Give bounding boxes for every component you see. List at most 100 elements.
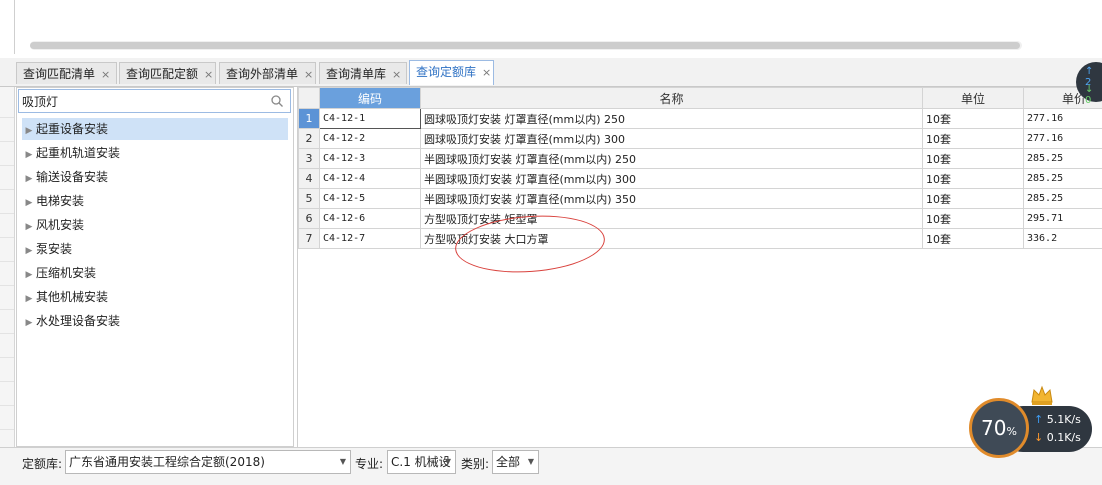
expand-arrow-icon[interactable]: ▶ — [22, 240, 36, 262]
tab-query-match-quota[interactable]: 查询匹配定额× — [119, 62, 216, 84]
column-header-unit[interactable]: 单位 — [923, 88, 1024, 109]
table-row[interactable]: 6 C4-12-6 方型吸顶灯安装 矩型罩 10套 295.71 — [299, 209, 1102, 229]
expand-arrow-icon[interactable]: ▶ — [22, 120, 36, 142]
expand-arrow-icon[interactable]: ▶ — [22, 168, 36, 190]
row-number-header[interactable] — [299, 88, 320, 109]
cell-code[interactable]: C4-12-5 — [320, 189, 421, 209]
expand-arrow-icon[interactable]: ▶ — [22, 312, 36, 334]
tab-query-external-list[interactable]: 查询外部清单× — [219, 62, 316, 84]
table-row[interactable]: 5 C4-12-5 半圆球吸顶灯安装 灯罩直径(mm以内) 350 10套 28… — [299, 189, 1102, 209]
row-number[interactable]: 4 — [299, 169, 320, 189]
tree-item-pump[interactable]: ▶泵安装 — [22, 238, 72, 260]
cell-price[interactable]: 277.16 — [1024, 109, 1102, 129]
cell-code[interactable]: C4-12-3 — [320, 149, 421, 169]
tree-item-compressor[interactable]: ▶压缩机安装 — [22, 262, 96, 284]
row-number[interactable]: 1 — [299, 109, 320, 129]
upload-speed-value: 5.1K/s — [1047, 413, 1081, 426]
cell-unit[interactable]: 10套 — [923, 149, 1024, 169]
row-number[interactable]: 6 — [299, 209, 320, 229]
close-icon[interactable]: × — [101, 68, 110, 81]
tree-item-crane-rail[interactable]: ▶起重机轨道安装 — [22, 142, 120, 164]
cell-price[interactable]: 285.25 — [1024, 169, 1102, 189]
cell-price[interactable]: 295.71 — [1024, 209, 1102, 229]
cell-code[interactable]: C4-12-4 — [320, 169, 421, 189]
tree-item-other-machinery[interactable]: ▶其他机械安装 — [22, 286, 108, 308]
tree-item-water-treatment[interactable]: ▶水处理设备安装 — [22, 310, 120, 332]
table-row[interactable]: 4 C4-12-4 半圆球吸顶灯安装 灯罩直径(mm以内) 300 10套 28… — [299, 169, 1102, 189]
cell-code[interactable]: C4-12-7 — [320, 229, 421, 249]
quota-table: 编码 名称 单位 单价 1 C4-12-1 圆球吸顶灯安装 灯罩直径(mm以内)… — [298, 87, 1102, 249]
quota-library-select[interactable]: 广东省通用安装工程综合定额(2018)▼ — [65, 450, 351, 474]
side-download-indicator: ↓ 0 — [1085, 84, 1102, 106]
category-select[interactable]: 全部 ▼ — [492, 450, 539, 474]
cell-unit[interactable]: 10套 — [923, 229, 1024, 249]
cell-unit[interactable]: 10套 — [923, 189, 1024, 209]
tree-item-label: 起重机轨道安装 — [36, 146, 120, 160]
row-number[interactable]: 3 — [299, 149, 320, 169]
vip-crown-icon — [1030, 384, 1054, 406]
search-icon[interactable] — [270, 94, 284, 108]
cell-unit[interactable]: 10套 — [923, 169, 1024, 189]
cell-price[interactable]: 285.25 — [1024, 189, 1102, 209]
percent-sign: % — [1007, 425, 1017, 438]
close-icon[interactable]: × — [392, 68, 401, 81]
category-value: 全部 — [496, 455, 520, 469]
tree-item-fan[interactable]: ▶风机安装 — [22, 214, 84, 236]
left-edge-strip — [0, 87, 15, 447]
tab-label: 查询匹配清单 — [23, 67, 95, 81]
tree-item-label: 其他机械安装 — [36, 290, 108, 304]
cell-name[interactable]: 半圆球吸顶灯安装 灯罩直径(mm以内) 300 — [421, 169, 923, 189]
cell-unit[interactable]: 10套 — [923, 129, 1024, 149]
close-icon[interactable]: × — [482, 66, 491, 79]
row-number[interactable]: 5 — [299, 189, 320, 209]
download-speed-value: 0.1K/s — [1047, 431, 1081, 444]
cell-code[interactable]: C4-12-6 — [320, 209, 421, 229]
tree-item-label: 泵安装 — [36, 242, 72, 256]
close-icon[interactable]: × — [304, 68, 313, 81]
table-row[interactable]: 1 C4-12-1 圆球吸顶灯安装 灯罩直径(mm以内) 250 10套 277… — [299, 109, 1102, 129]
row-number[interactable]: 7 — [299, 229, 320, 249]
network-usage-value: 70 — [981, 416, 1006, 440]
chevron-down-icon[interactable]: ▼ — [445, 451, 451, 473]
cell-code[interactable]: C4-12-2 — [320, 129, 421, 149]
table-row[interactable]: 2 C4-12-2 圆球吸顶灯安装 灯罩直径(mm以内) 300 10套 277… — [299, 129, 1102, 149]
cell-name[interactable]: 圆球吸顶灯安装 灯罩直径(mm以内) 300 — [421, 129, 923, 149]
chevron-down-icon[interactable]: ▼ — [340, 451, 346, 473]
cell-unit[interactable]: 10套 — [923, 109, 1024, 129]
cell-unit[interactable]: 10套 — [923, 209, 1024, 229]
cell-price[interactable]: 285.25 — [1024, 149, 1102, 169]
tab-query-match-list[interactable]: 查询匹配清单 × — [16, 62, 117, 84]
tree-item-elevator[interactable]: ▶电梯安装 — [22, 190, 84, 212]
expand-arrow-icon[interactable]: ▶ — [22, 144, 36, 166]
horizontal-scrollbar-thumb[interactable] — [30, 42, 1020, 49]
cell-price[interactable]: 277.16 — [1024, 129, 1102, 149]
tree-item-lifting-equipment[interactable]: ▶起重设备安装 — [22, 118, 288, 140]
major-select[interactable]: C.1 机械设▼ — [387, 450, 456, 474]
major-label: 专业: — [355, 455, 383, 473]
expand-arrow-icon[interactable]: ▶ — [22, 192, 36, 214]
cell-name[interactable]: 半圆球吸顶灯安装 灯罩直径(mm以内) 250 — [421, 149, 923, 169]
tree-item-label: 电梯安装 — [36, 194, 84, 208]
expand-arrow-icon[interactable]: ▶ — [22, 264, 36, 286]
expand-arrow-icon[interactable]: ▶ — [22, 288, 36, 310]
cell-code[interactable]: C4-12-1 — [320, 109, 421, 129]
search-input[interactable] — [18, 89, 291, 113]
tab-query-list-library[interactable]: 查询清单库× — [319, 62, 407, 84]
upload-speed: ↑ 5.1K/s — [1034, 413, 1081, 426]
tab-label: 查询定额库 — [416, 65, 476, 79]
tab-query-quota-library[interactable]: 查询定额库 × — [409, 60, 494, 85]
close-icon[interactable]: × — [204, 68, 213, 81]
column-header-code[interactable]: 编码 — [320, 88, 421, 109]
chevron-down-icon[interactable]: ▼ — [528, 451, 534, 473]
cell-name[interactable]: 圆球吸顶灯安装 灯罩直径(mm以内) 250 — [421, 109, 923, 129]
cell-price[interactable]: 336.2 — [1024, 229, 1102, 249]
table-row[interactable]: 7 C4-12-7 方型吸顶灯安装 大口方罩 10套 336.2 — [299, 229, 1102, 249]
row-number[interactable]: 2 — [299, 129, 320, 149]
cell-name[interactable]: 半圆球吸顶灯安装 灯罩直径(mm以内) 350 — [421, 189, 923, 209]
table-header-row: 编码 名称 单位 单价 — [299, 88, 1102, 109]
tree-item-label: 起重设备安装 — [36, 122, 108, 136]
table-row[interactable]: 3 C4-12-3 半圆球吸顶灯安装 灯罩直径(mm以内) 250 10套 28… — [299, 149, 1102, 169]
expand-arrow-icon[interactable]: ▶ — [22, 216, 36, 238]
column-header-name[interactable]: 名称 — [421, 88, 923, 109]
tree-item-conveyor[interactable]: ▶输送设备安装 — [22, 166, 108, 188]
